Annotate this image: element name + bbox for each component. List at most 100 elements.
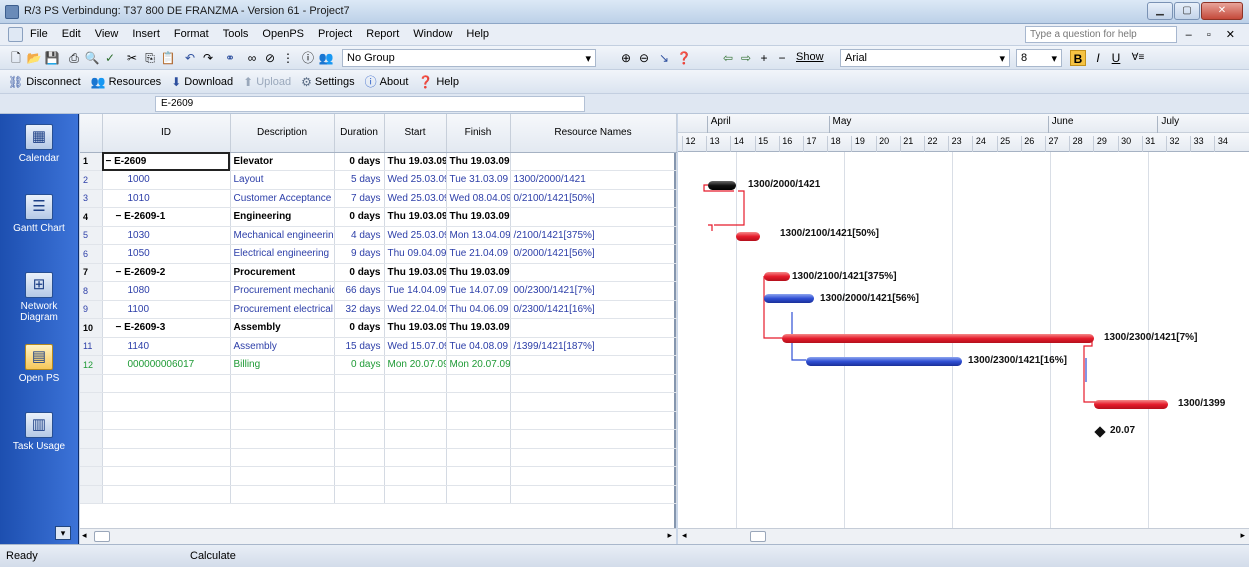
go-to-task-icon[interactable]: ↘ — [656, 50, 672, 66]
split-task-icon[interactable]: ⋮ — [280, 50, 296, 66]
assign-resources-icon[interactable]: 👥 — [318, 50, 334, 66]
task-id-cell[interactable]: − E-2609-1 — [102, 207, 231, 227]
task-resources-cell[interactable]: 0/2000/1421[56%] — [510, 244, 677, 264]
table-horizontal-scrollbar[interactable]: ◂ ▸ — [80, 528, 676, 544]
empty-cell[interactable] — [230, 466, 335, 486]
task-finish-cell[interactable]: Mon 13.04.09 — [446, 226, 511, 245]
new-icon[interactable]: 🗋 — [8, 50, 24, 66]
task-resources-cell[interactable] — [510, 355, 677, 375]
empty-cell[interactable] — [384, 466, 447, 486]
task-finish-cell[interactable]: Tue 14.07.09 — [446, 281, 511, 301]
indent-icon[interactable]: ⇨ — [738, 50, 754, 66]
gantt-task-bar[interactable] — [782, 334, 1094, 343]
help-button[interactable]: ❓ Help — [418, 75, 459, 89]
empty-cell[interactable] — [510, 374, 677, 393]
collapse-icon[interactable]: − — [116, 267, 125, 278]
table-row[interactable]: 11 1140 Assembly 15 days Wed 15.07.09 Tue 04.… — [80, 337, 677, 356]
task-id-cell[interactable]: 000000006017 — [102, 355, 231, 375]
empty-cell[interactable] — [384, 429, 447, 449]
open-icon[interactable]: 📂 — [26, 50, 42, 66]
task-duration-cell[interactable]: 0 days — [334, 318, 385, 338]
entry-field[interactable]: E-2609 — [155, 96, 585, 112]
menu-format[interactable]: Format — [174, 28, 209, 40]
view-open-ps[interactable]: ▤ Open PS — [4, 344, 74, 384]
empty-cell[interactable] — [102, 485, 231, 504]
zoom-out-icon[interactable]: ⊖ — [636, 50, 652, 66]
empty-row[interactable] — [80, 485, 677, 504]
task-start-cell[interactable]: Thu 19.03.09 — [384, 207, 447, 227]
empty-cell[interactable] — [230, 374, 335, 393]
gantt-task-bar[interactable] — [1094, 400, 1168, 409]
help-icon[interactable]: ❓ — [676, 50, 692, 66]
task-finish-cell[interactable]: Mon 20.07.09 — [446, 355, 511, 375]
task-resources-cell[interactable] — [510, 263, 677, 282]
empty-cell[interactable] — [80, 485, 103, 504]
empty-cell[interactable] — [230, 392, 335, 412]
empty-cell[interactable] — [334, 466, 385, 486]
column-header-start[interactable]: Start — [384, 114, 447, 153]
print-icon[interactable]: ⎙ — [66, 50, 82, 66]
print-preview-icon[interactable]: 🔍 — [84, 50, 100, 66]
empty-cell[interactable] — [384, 374, 447, 393]
table-row[interactable]: 6 1050 Electrical engineering 9 days Thu 09.… — [80, 244, 677, 264]
menu-project[interactable]: Project — [318, 28, 352, 40]
task-start-cell[interactable]: Wed 25.03.09 — [384, 226, 447, 245]
unlink-tasks-icon[interactable]: ⊘ — [262, 50, 278, 66]
row-number[interactable]: 6 — [80, 244, 103, 264]
empty-cell[interactable] — [80, 392, 103, 412]
empty-cell[interactable] — [446, 392, 511, 412]
task-start-cell[interactable]: Tue 14.04.09 — [384, 281, 447, 301]
column-header-description[interactable]: Description — [230, 114, 335, 153]
empty-cell[interactable] — [446, 485, 511, 504]
empty-cell[interactable] — [334, 485, 385, 504]
task-description-cell[interactable]: Customer Acceptance — [230, 189, 335, 208]
task-resources-cell[interactable]: /2100/1421[375%] — [510, 226, 677, 245]
task-id-cell[interactable]: 1140 — [102, 337, 231, 356]
empty-cell[interactable] — [80, 411, 103, 430]
task-id-cell[interactable]: 1100 — [102, 300, 231, 319]
task-description-cell[interactable]: Procurement electrical p — [230, 300, 335, 319]
task-finish-cell[interactable]: Thu 19.03.09 — [446, 263, 511, 282]
empty-cell[interactable] — [80, 466, 103, 486]
empty-cell[interactable] — [510, 411, 677, 430]
table-row[interactable]: 1− E-2609 Elevator 0 days Thu 19.03.09 Thu 1… — [80, 152, 677, 171]
task-duration-cell[interactable]: 4 days — [334, 226, 385, 245]
gantt-task-bar[interactable] — [764, 294, 814, 303]
scroll-left-icon[interactable]: ◂ — [82, 530, 87, 541]
table-row[interactable]: 5 1030 Mechanical engineering 4 days Wed 25.… — [80, 226, 677, 245]
task-duration-cell[interactable]: 15 days — [334, 337, 385, 356]
collapse-icon[interactable]: − — [116, 322, 125, 333]
maximize-button[interactable]: ▢ — [1174, 2, 1200, 20]
close-button[interactable]: ✕ — [1201, 2, 1243, 20]
task-resources-cell[interactable]: 0/2300/1421[16%] — [510, 300, 677, 319]
document-icon[interactable] — [8, 27, 23, 42]
menu-file[interactable]: File — [30, 28, 48, 40]
empty-cell[interactable] — [102, 448, 231, 467]
empty-cell[interactable] — [334, 429, 385, 449]
empty-cell[interactable] — [230, 448, 335, 467]
column-header-id[interactable]: ID — [102, 114, 231, 153]
about-button[interactable]: ⓘ About — [365, 73, 409, 90]
outdent-icon[interactable]: ⇦ — [720, 50, 736, 66]
gantt-task-bar[interactable] — [806, 357, 962, 366]
row-number[interactable]: 7 — [80, 263, 103, 282]
copy-icon[interactable]: ⎘ — [142, 50, 158, 66]
row-number[interactable]: 2 — [80, 170, 103, 190]
empty-cell[interactable] — [384, 448, 447, 467]
task-description-cell[interactable]: Billing — [230, 355, 335, 375]
group-select[interactable]: No Group ▾ — [342, 49, 596, 67]
empty-cell[interactable] — [384, 392, 447, 412]
gantt-task-bar[interactable] — [764, 272, 790, 281]
task-finish-cell[interactable]: Thu 19.03.09 — [446, 152, 511, 171]
scroll-right-icon[interactable]: ▸ — [1240, 530, 1245, 541]
underline-icon[interactable]: U — [1108, 50, 1124, 66]
scroll-right-icon[interactable]: ▸ — [667, 530, 672, 541]
row-number[interactable]: 11 — [80, 337, 103, 356]
menu-help[interactable]: Help — [466, 28, 489, 40]
task-description-cell[interactable]: Elevator — [230, 152, 335, 171]
empty-cell[interactable] — [510, 392, 677, 412]
menu-report[interactable]: Report — [366, 28, 399, 40]
settings-button[interactable]: ⚙ Settings — [301, 75, 355, 89]
show-dropdown[interactable]: Show — [796, 51, 824, 63]
empty-cell[interactable] — [80, 374, 103, 393]
